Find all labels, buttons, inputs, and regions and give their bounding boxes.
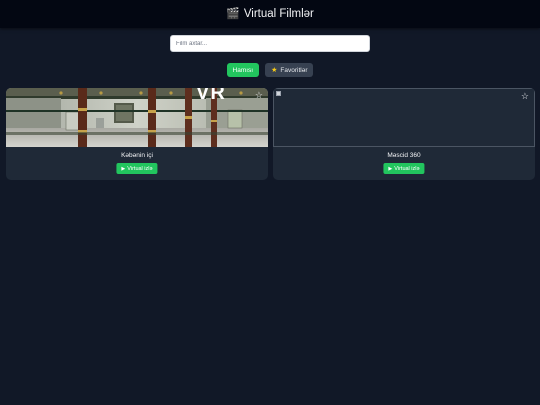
watch-virtual-button[interactable]: ▶ Virtual izlə (383, 163, 425, 174)
watch-label: Virtual izlə (127, 165, 153, 172)
star-icon: ★ (271, 67, 278, 74)
film-title: Məscid 360 (387, 152, 421, 159)
clapperboard-icon: 🎬 (226, 7, 240, 20)
filter-favorites-button[interactable]: ★ Favoritlər (265, 63, 314, 77)
search-input[interactable] (170, 35, 370, 52)
vr-overlay-text: VR (196, 88, 226, 104)
watch-label: Virtual izlə (394, 165, 420, 172)
film-title: Kəbənin içi (121, 152, 153, 159)
app-header: 🎬 Virtual Filmlər (0, 0, 540, 28)
filter-all-label: Hamısı (232, 66, 254, 74)
film-card: VR ☆ Kəbənin içi ▶ Virtual izlə (6, 88, 268, 180)
app-title: Virtual Filmlər (243, 8, 314, 20)
filter-all-button[interactable]: Hamısı (226, 63, 260, 77)
play-icon: ▶ (388, 165, 393, 172)
filter-favorites-label: Favoritlər (280, 66, 308, 74)
favorite-star-icon[interactable]: ☆ (255, 91, 263, 100)
app-title-wrap: 🎬 Virtual Filmlər (226, 8, 314, 20)
play-icon: ▶ (121, 165, 126, 172)
broken-image-icon (276, 91, 281, 96)
film-thumbnail[interactable]: VR ☆ (6, 88, 268, 147)
watch-virtual-button[interactable]: ▶ Virtual izlə (116, 163, 158, 174)
kaaba-interior-image (6, 88, 268, 147)
favorite-star-icon[interactable]: ☆ (521, 92, 529, 101)
film-thumbnail[interactable]: ☆ (273, 88, 535, 147)
filter-bar: Hamısı ★ Favoritlər (0, 63, 540, 77)
film-card: ☆ Məscid 360 ▶ Virtual izlə (273, 88, 535, 180)
